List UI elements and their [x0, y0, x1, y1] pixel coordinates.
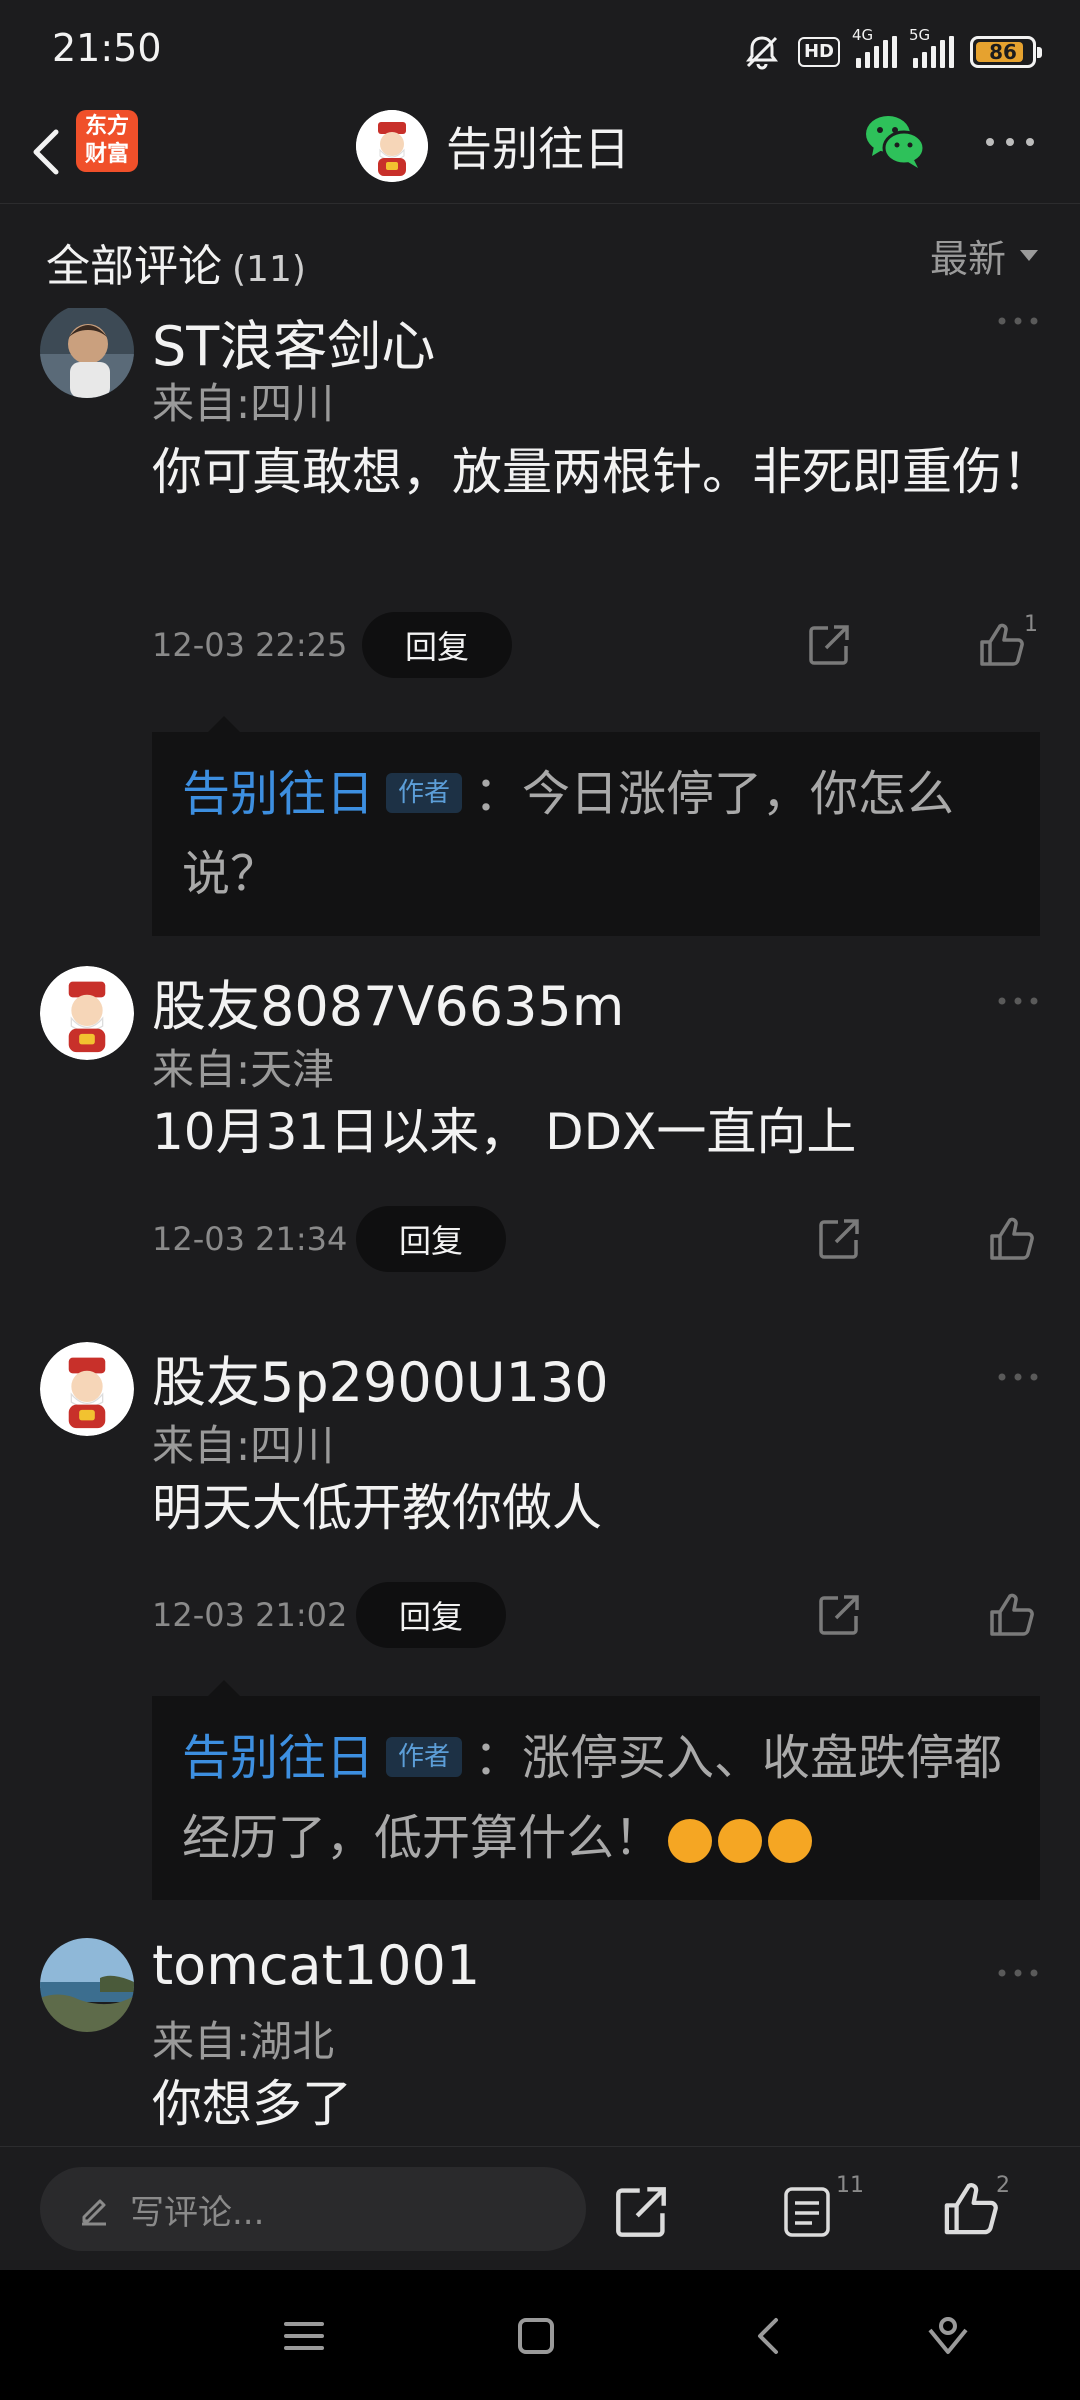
hd-badge: HD	[797, 37, 840, 67]
more-horizontal-icon[interactable]	[996, 314, 1040, 328]
share-icon[interactable]	[612, 2183, 670, 2241]
status-icons: HD 4G 5G 86	[742, 26, 1042, 76]
author-badge: 作者	[386, 773, 463, 813]
avatar	[356, 110, 428, 182]
comment-location: 来自:四川	[152, 379, 335, 428]
author-reply-card[interactable]: 告别往日 作者 ：今日涨停了，你怎么说？	[152, 716, 1040, 936]
wechat-icon[interactable]	[862, 112, 926, 170]
sort-label: 最新	[929, 237, 1006, 281]
laughing-emoji-icon	[668, 1819, 713, 1863]
more-horizontal-icon[interactable]	[996, 1370, 1040, 1384]
comment-input[interactable]: 写评论...	[40, 2167, 586, 2251]
comment-body: 10月31日以来， DDX一直向上	[152, 1103, 857, 1161]
chevron-left-icon[interactable]	[20, 118, 80, 186]
avatar[interactable]	[40, 308, 134, 398]
thumbs-up-icon[interactable]	[988, 1592, 1034, 1638]
comments-title-label: 全部评论	[46, 241, 222, 292]
bottom-action-bar: 写评论... 11 2	[0, 2146, 1080, 2270]
logo-text-line1: 东方	[84, 114, 129, 139]
status-time: 21:50	[52, 26, 162, 70]
seascape-avatar-icon	[40, 1938, 134, 2032]
sort-dropdown[interactable]: 最新	[930, 228, 1038, 283]
comment-body: 你可真敢想，放量两根针。非死即重伤！	[152, 443, 1052, 501]
thumbs-up-icon[interactable]	[988, 1216, 1034, 1262]
comments-title: 全部评论 (11)	[46, 230, 306, 294]
comments-header: 全部评论 (11) 最新	[0, 204, 1080, 308]
fortune-god-avatar-icon	[40, 1342, 134, 1436]
menu-icon[interactable]	[276, 2308, 332, 2364]
user-photo-icon	[40, 308, 134, 398]
assistant-icon[interactable]	[920, 2308, 976, 2364]
header-title: 告别往日	[446, 122, 630, 176]
comment-author[interactable]: 股友5p2900U130	[152, 1338, 609, 1417]
like-count: 1	[1024, 612, 1038, 637]
reply-author[interactable]: 告别往日	[182, 766, 374, 822]
network-4g-label: 4G	[852, 26, 874, 44]
fortune-god-avatar-icon	[40, 966, 134, 1060]
avatar[interactable]	[40, 966, 134, 1060]
reply-button[interactable]: 回复	[356, 1582, 506, 1648]
thumbs-up-icon[interactable]	[978, 622, 1024, 668]
header-user[interactable]: 告别往日	[356, 106, 630, 186]
author-badge: 作者	[386, 1737, 463, 1777]
like-count-badge: 2	[996, 2173, 1010, 2198]
pencil-icon	[82, 2199, 106, 2226]
logo-text-line2: 财富	[84, 142, 129, 167]
comment-input-placeholder: 写评论...	[130, 2192, 265, 2233]
home-square-icon[interactable]	[508, 2308, 564, 2364]
avatar[interactable]	[40, 1342, 134, 1436]
status-bar: 21:50 HD 4G 5G 86	[0, 0, 1080, 100]
comment-count-badge: 11	[836, 2173, 864, 2198]
author-reply: 告别往日 作者 ：涨停买入、收盘跌停都经历了，低开算什么！	[182, 1718, 1010, 1878]
thumbs-up-icon[interactable]	[942, 2181, 998, 2237]
comment-feed[interactable]: ST浪客剑心 来自:四川 你可真敢想，放量两根针。非死即重伤！ 12-03 22…	[0, 308, 1080, 2146]
signal-5g-icon: 5G	[909, 26, 954, 68]
comment-body: 你想多了	[152, 2075, 352, 2133]
caret-down-icon	[1020, 250, 1038, 261]
mute-bell-icon	[745, 36, 778, 70]
comments-count: (11)	[232, 249, 306, 290]
avatar[interactable]	[40, 1938, 134, 2032]
comment-location: 来自:湖北	[152, 2017, 335, 2066]
system-navigation-bar	[0, 2270, 1080, 2400]
share-icon[interactable]	[816, 1216, 862, 1262]
author-reply: 告别往日 作者 ：今日涨停了，你怎么说？	[182, 754, 1010, 914]
back-triangle-icon[interactable]	[742, 2308, 798, 2364]
signal-4g-icon: 4G	[852, 26, 897, 68]
comment-list-icon[interactable]	[782, 2185, 832, 2239]
reply-button[interactable]: 回复	[356, 1206, 506, 1272]
laughing-emoji-icon	[718, 1819, 763, 1863]
comment-body: 明天大低开教你做人	[152, 1479, 602, 1537]
brand-logo[interactable]: 东方 财富	[76, 110, 138, 172]
app-screen: 21:50 HD 4G 5G 86 东方 财富 告别往日 全部评论 (11) 最…	[0, 0, 1080, 2400]
fortune-god-avatar-icon	[356, 110, 428, 182]
comment-author[interactable]: 股友8087V6635m	[152, 962, 624, 1041]
battery-icon: 86	[970, 36, 1042, 68]
more-horizontal-icon[interactable]	[996, 1966, 1040, 1980]
author-reply-card[interactable]: 告别往日 作者 ：涨停买入、收盘跌停都经历了，低开算什么！	[152, 1680, 1040, 1900]
network-5g-label: 5G	[909, 26, 931, 44]
comment-time: 12-03 21:02	[152, 1596, 348, 1634]
reply-author[interactable]: 告别往日	[182, 1730, 374, 1786]
more-horizontal-icon[interactable]	[996, 994, 1040, 1008]
comment-location: 来自:四川	[152, 1421, 335, 1470]
app-header: 东方 财富 告别往日	[0, 100, 1080, 204]
comment-author[interactable]: tomcat1001	[152, 1934, 480, 1997]
share-icon[interactable]	[806, 622, 852, 668]
share-icon[interactable]	[816, 1592, 862, 1638]
laughing-emoji-icon	[768, 1819, 813, 1863]
reply-button[interactable]: 回复	[362, 612, 512, 678]
comment-time: 12-03 22:25	[152, 626, 348, 664]
battery-text: 86	[989, 40, 1017, 64]
comment-location: 来自:天津	[152, 1045, 335, 1094]
more-horizontal-icon[interactable]	[980, 132, 1040, 152]
comment-time: 12-03 21:34	[152, 1220, 348, 1258]
